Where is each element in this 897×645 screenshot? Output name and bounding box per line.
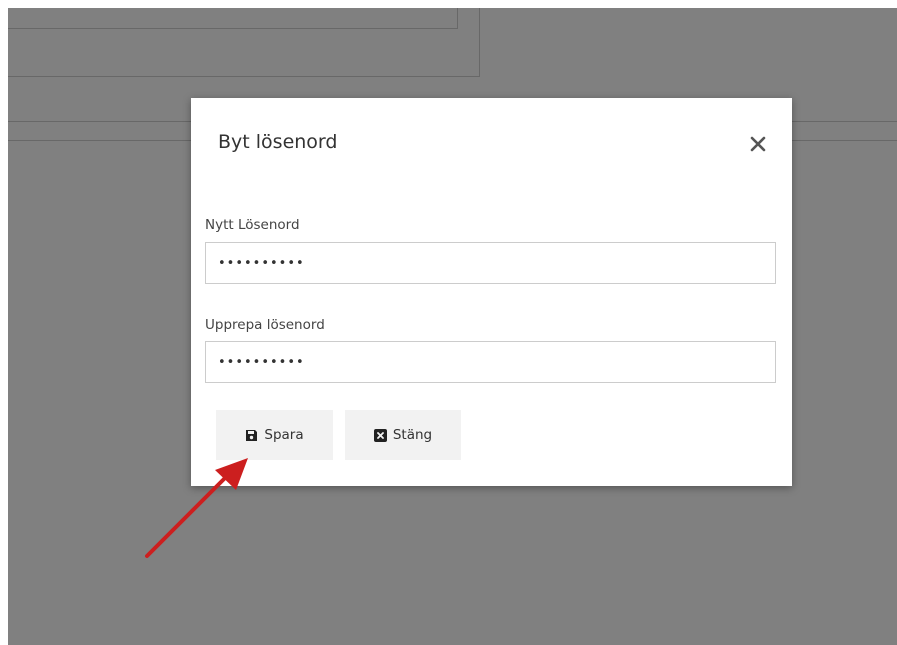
new-password-field[interactable] — [205, 242, 776, 284]
close-icon-glyph — [750, 136, 766, 152]
save-button[interactable]: Spara — [216, 410, 333, 460]
close-icon[interactable] — [746, 132, 770, 156]
dialog-title: Byt lösenord — [218, 131, 338, 153]
change-password-dialog: Byt lösenord Nytt Lösenord Upprepa lösen… — [191, 98, 792, 486]
close-button-label: Stäng — [392, 427, 433, 443]
background-panel-border — [8, 76, 480, 77]
new-password-label: Nytt Lösenord — [205, 217, 300, 233]
background-panel-border — [479, 8, 480, 77]
repeat-password-field[interactable] — [205, 341, 776, 383]
save-button-label: Spara — [264, 427, 304, 443]
close-button[interactable]: Stäng — [345, 410, 461, 460]
close-square-icon — [373, 428, 387, 442]
save-icon — [245, 429, 258, 442]
repeat-password-label: Upprepa lösenord — [205, 317, 325, 333]
background-panel-border — [457, 8, 458, 29]
background-panel-border — [8, 28, 457, 29]
